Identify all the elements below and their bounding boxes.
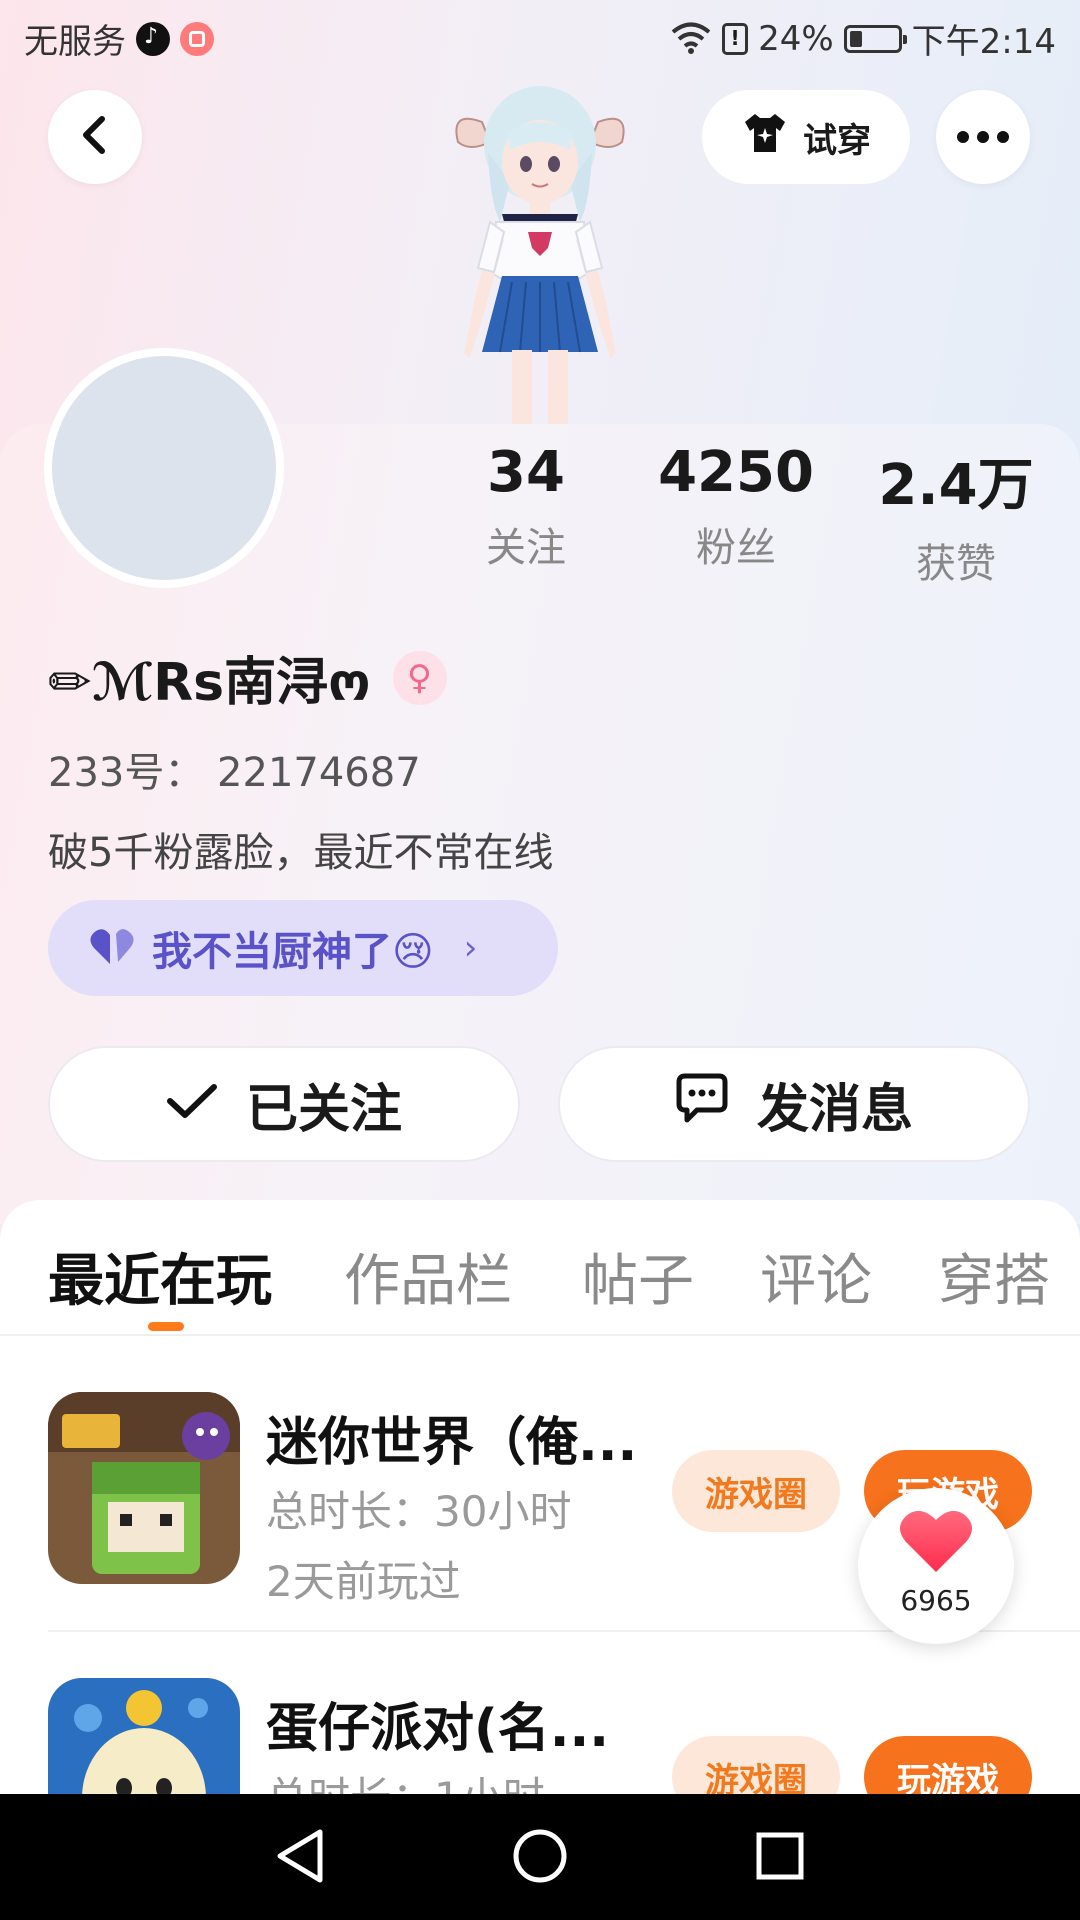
tab-comments[interactable]: 评论 bbox=[760, 1236, 872, 1317]
stat-following[interactable]: 34 关注 bbox=[426, 440, 626, 573]
chevron-right-icon: › bbox=[463, 928, 478, 968]
profile-stats: 34 关注 4250 粉丝 2.4万 获赞 bbox=[0, 440, 1080, 590]
system-nav-bar bbox=[0, 1794, 1080, 1920]
game-last-played: 2天前玩过 bbox=[266, 1557, 461, 1606]
mini-world-game-icon[interactable] bbox=[48, 1392, 240, 1584]
following-label: 关注 bbox=[486, 525, 566, 571]
square-recents-icon bbox=[755, 1831, 805, 1885]
game-title[interactable]: 迷你世界（俺... bbox=[266, 1400, 637, 1475]
triangle-back-icon bbox=[274, 1828, 326, 1888]
active-tab-indicator bbox=[148, 1322, 184, 1331]
more-button[interactable] bbox=[936, 90, 1030, 184]
profile-bio: 破5千粉露脸，最近不常在线 bbox=[48, 830, 554, 876]
battery-icon bbox=[843, 24, 907, 53]
tab-posts[interactable]: 帖子 bbox=[582, 1236, 694, 1317]
avatar-character-image[interactable] bbox=[430, 72, 650, 426]
chat-bubble-icon bbox=[675, 1072, 729, 1137]
followed-label: 已关注 bbox=[245, 1079, 402, 1140]
like-count: 6965 bbox=[900, 1584, 972, 1617]
likes-count: 2.4万 bbox=[878, 453, 1034, 518]
following-count: 34 bbox=[487, 440, 565, 505]
followers-label: 粉丝 bbox=[696, 525, 776, 571]
game-duration: 总时长：30小时 bbox=[266, 1487, 572, 1536]
clock: 下午2:14 bbox=[911, 22, 1056, 62]
try-on-label: 试穿 bbox=[803, 120, 871, 161]
tab-works[interactable]: 作品栏 bbox=[344, 1236, 512, 1317]
more-dots-icon bbox=[957, 131, 1009, 143]
send-message-button[interactable]: 发消息 bbox=[558, 1046, 1030, 1162]
heart-icon bbox=[88, 926, 136, 970]
tab-recently-played[interactable]: 最近在玩 bbox=[48, 1236, 272, 1317]
wifi-icon bbox=[670, 20, 712, 58]
tiktok-notification-icon bbox=[136, 21, 170, 56]
stat-followers[interactable]: 4250 粉丝 bbox=[636, 440, 836, 573]
status-tag[interactable]: 我不当厨神了😢 › bbox=[48, 900, 558, 996]
like-float-button[interactable]: 6965 bbox=[858, 1488, 1014, 1644]
shirt-icon bbox=[741, 111, 789, 164]
back-button[interactable] bbox=[48, 90, 142, 184]
checkmark-icon bbox=[166, 1074, 218, 1134]
tab-outfits[interactable]: 穿搭 bbox=[938, 1236, 1050, 1317]
play-game-button[interactable]: 玩游戏 bbox=[864, 1736, 1032, 1794]
status-bar: 无服务 ! 24% 下午2:14 bbox=[0, 0, 1080, 76]
app-notification-icon bbox=[180, 21, 214, 56]
nav-home-button[interactable] bbox=[504, 1822, 576, 1894]
status-tag-text: 我不当厨神了😢 bbox=[152, 929, 434, 975]
battery-percent: 24% bbox=[758, 18, 834, 59]
followed-button[interactable]: 已关注 bbox=[48, 1046, 520, 1162]
send-message-label: 发消息 bbox=[756, 1079, 913, 1140]
sim-alert-icon: ! bbox=[722, 22, 749, 55]
carrier-text: 无服务 bbox=[24, 22, 126, 62]
eggy-party-game-icon[interactable] bbox=[48, 1678, 240, 1794]
heart-like-icon bbox=[898, 1506, 974, 1580]
tabs-divider bbox=[0, 1334, 1080, 1336]
circle-home-icon bbox=[512, 1828, 568, 1888]
profile-tabs: 最近在玩 作品栏 帖子 评论 穿搭 bbox=[0, 1236, 1080, 1332]
list-item[interactable]: 蛋仔派对(名... 总时长：1小时 游戏圈 玩游戏 bbox=[0, 1678, 1080, 1794]
game-title[interactable]: 蛋仔派对(名... bbox=[266, 1686, 609, 1761]
profile-name: ✏ℳRs南浔ო bbox=[48, 653, 371, 713]
female-gender-icon: ♀ bbox=[392, 650, 447, 705]
name-row: ✏ℳRs南浔ო ♀ bbox=[48, 640, 447, 715]
game-circle-button[interactable]: 游戏圈 bbox=[672, 1736, 840, 1794]
nav-back-button[interactable] bbox=[264, 1822, 336, 1894]
user-id[interactable]: 233号： 22174687 bbox=[48, 740, 421, 798]
likes-label: 获赞 bbox=[916, 541, 996, 587]
stat-likes[interactable]: 2.4万 获赞 bbox=[856, 440, 1056, 589]
game-circle-button[interactable]: 游戏圈 bbox=[672, 1450, 840, 1532]
nav-recents-button[interactable] bbox=[744, 1822, 816, 1894]
game-duration: 总时长：1小时 bbox=[266, 1764, 545, 1794]
try-on-button[interactable]: 试穿 bbox=[702, 90, 910, 184]
chevron-left-icon bbox=[78, 115, 112, 159]
followers-count: 4250 bbox=[658, 440, 814, 505]
